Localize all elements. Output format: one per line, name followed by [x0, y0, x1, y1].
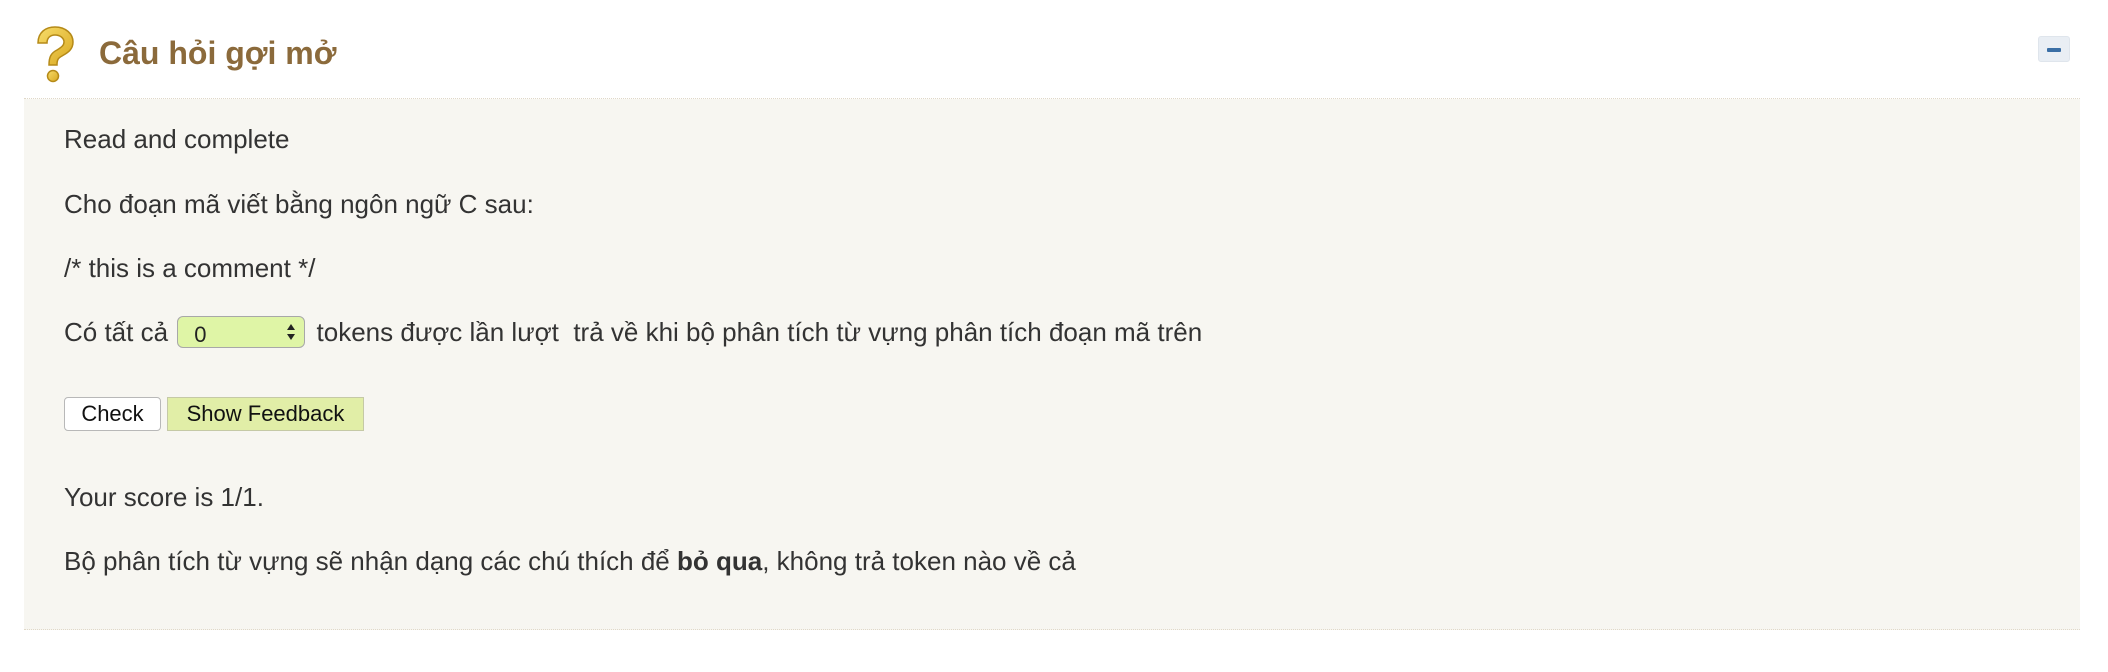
question-sentence: Có tất cả 0 tokens được lần lượt trả về … [64, 316, 1202, 350]
score-text: Your score is 1/1. [64, 482, 264, 512]
question-mark-icon [37, 26, 74, 83]
section-header: Câu hỏi gợi mở [24, 0, 2080, 99]
check-button[interactable]: Check [64, 397, 161, 431]
question-panel: Read and complete Cho đoạn mã viết bằng … [24, 99, 2080, 630]
select-arrows-icon [287, 324, 296, 341]
question-intro: Cho đoạn mã viết bằng ngôn ngữ C sau: [64, 189, 534, 219]
minus-icon [2047, 48, 2061, 52]
sentence-before: Có tất cả [64, 317, 169, 347]
collapse-button[interactable] [2038, 36, 2070, 62]
code-snippet: /* this is a comment */ [64, 253, 316, 283]
feedback-bold: bỏ qua [677, 546, 763, 576]
section-title: Câu hỏi gợi mở [99, 35, 337, 71]
feedback-before: Bộ phân tích từ vựng sẽ nhận dạng các ch… [64, 546, 677, 576]
show-feedback-button[interactable]: Show Feedback [167, 397, 364, 431]
feedback-text: Bộ phân tích từ vựng sẽ nhận dạng các ch… [64, 545, 1076, 577]
sentence-after: tokens được lần lượt trả về khi bộ phân … [316, 317, 1203, 347]
dropdown-value: 0 [194, 322, 207, 348]
button-row: Check Show Feedback [64, 397, 364, 433]
answer-dropdown[interactable]: 0 [177, 316, 306, 349]
feedback-after: , không trả token nào về cả [762, 546, 1076, 576]
instruction-text: Read and complete [64, 124, 290, 154]
